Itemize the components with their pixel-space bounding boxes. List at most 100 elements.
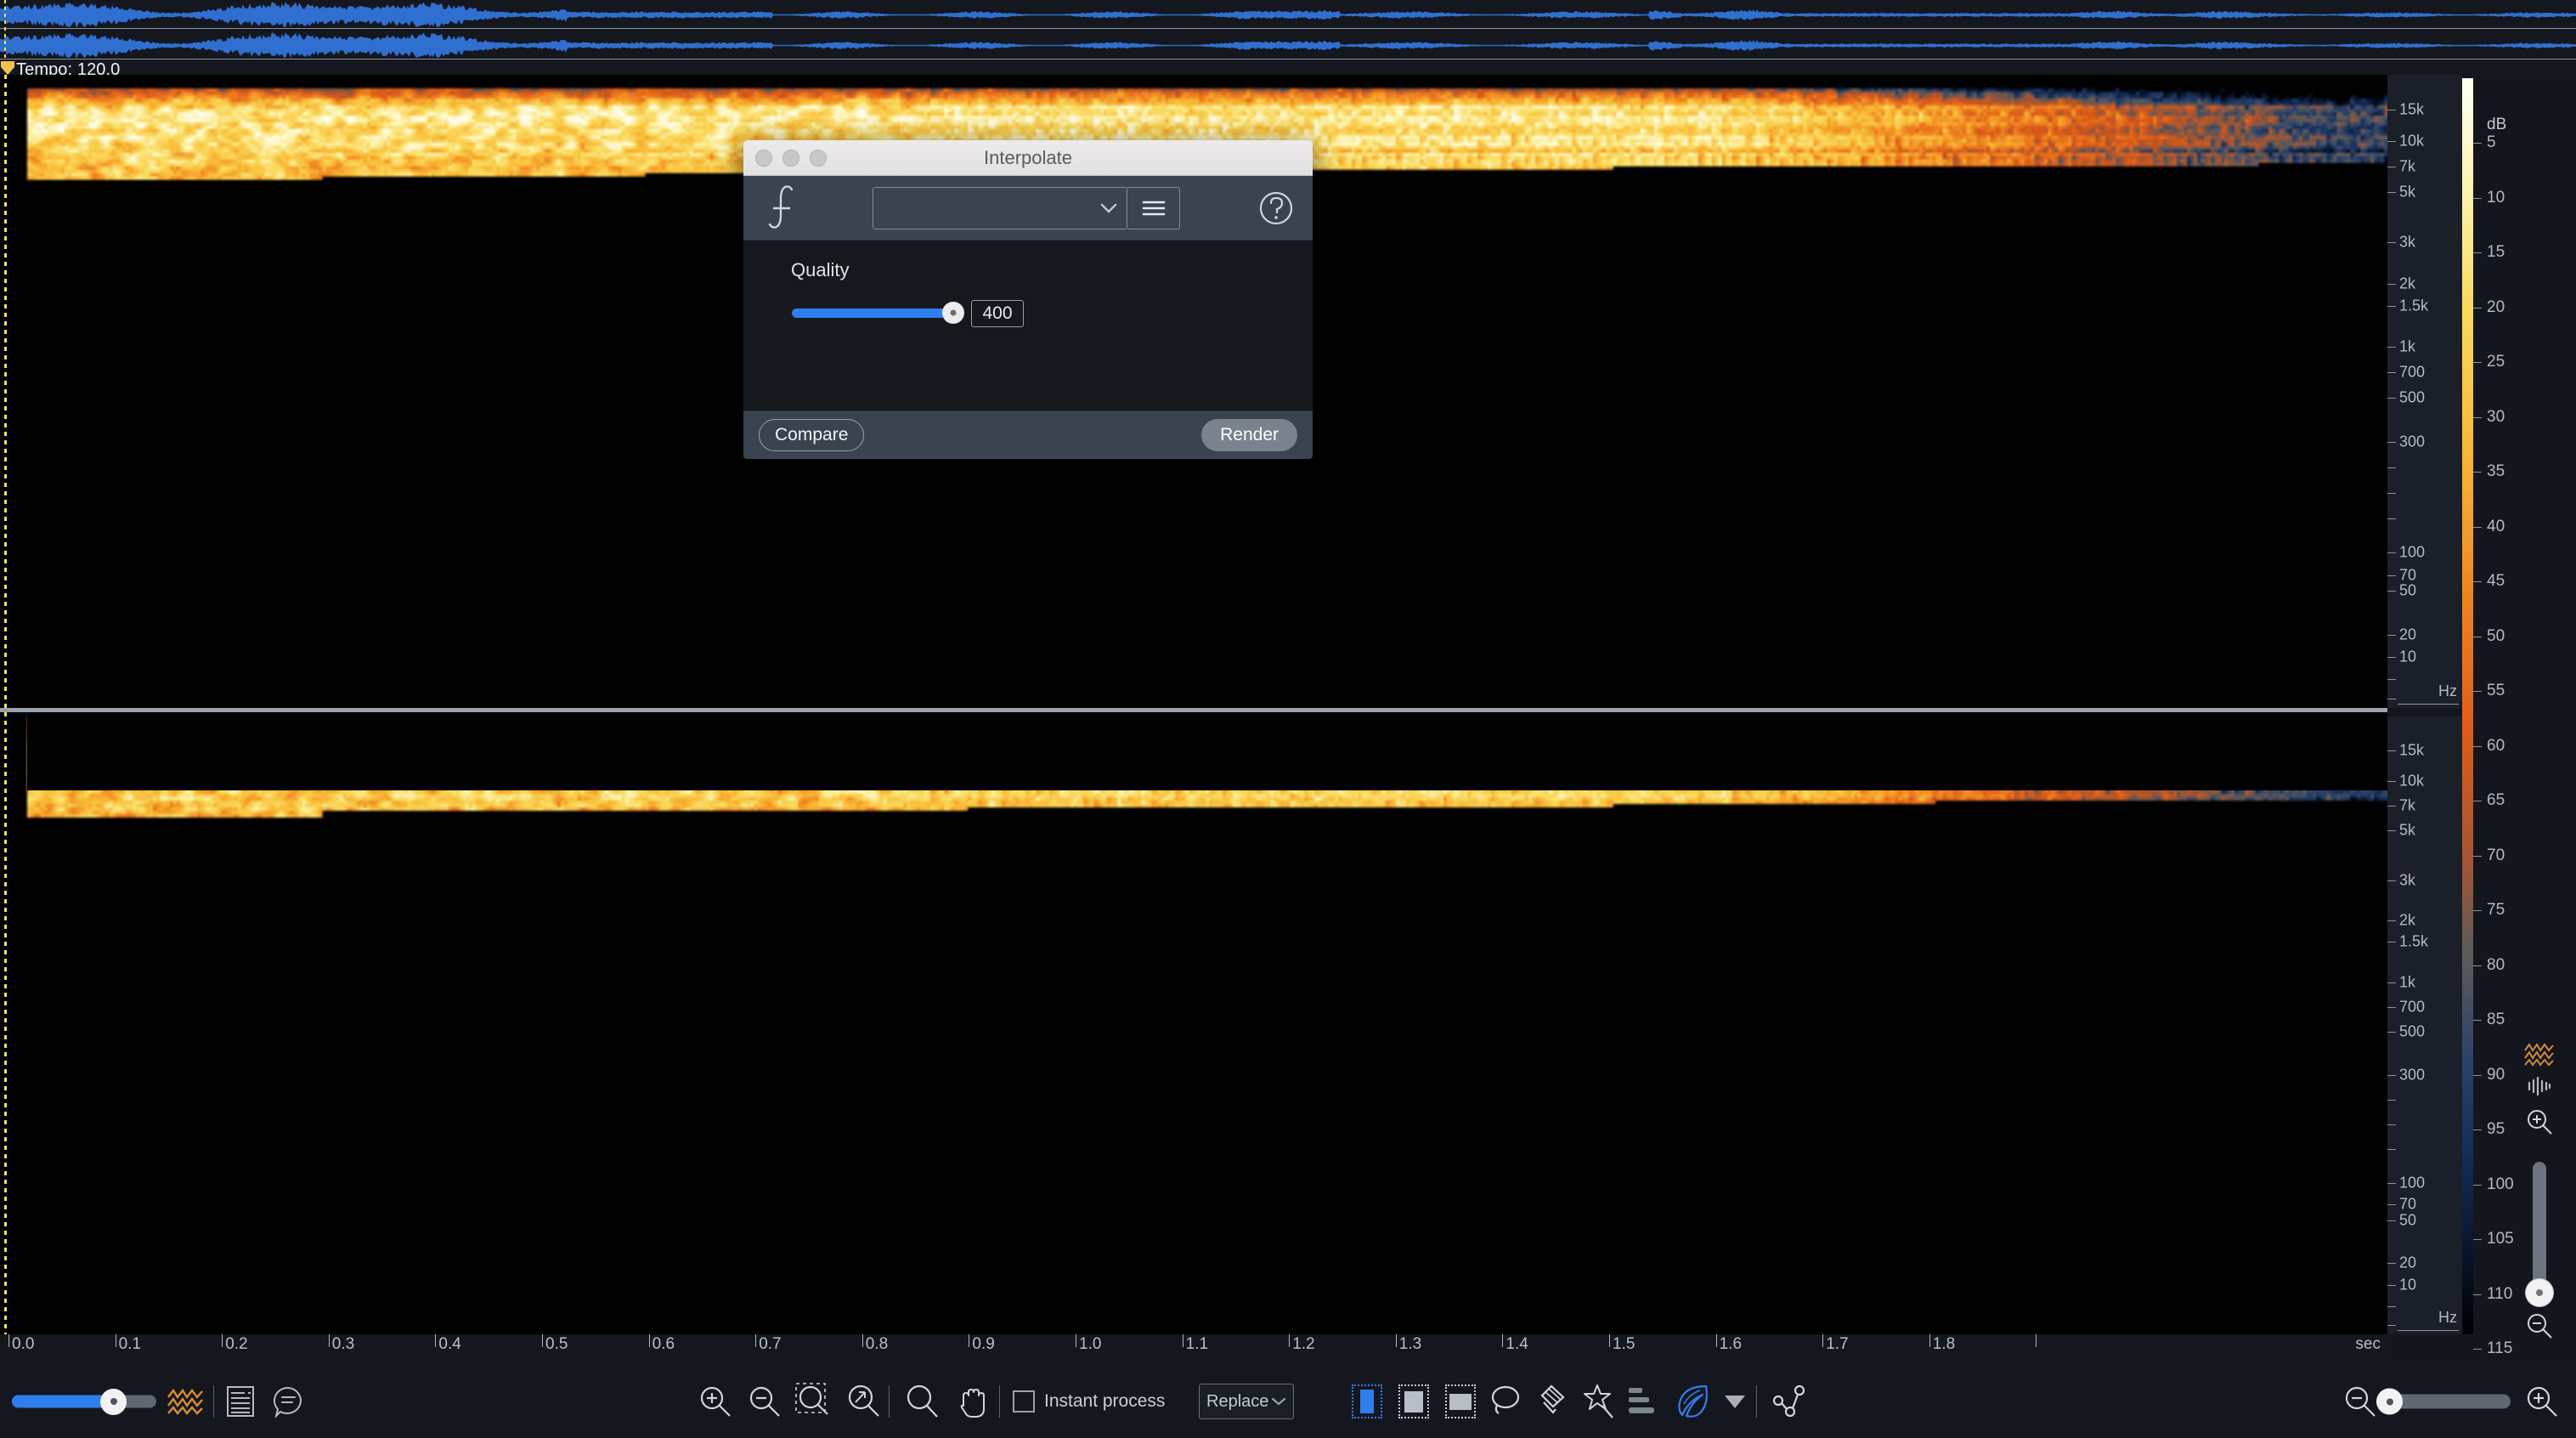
spectral-editor-window: Tempo: 120.0 0.0 0.1 0.2 0.3 0.4 0.5 0.6 0.7 0.8…: [0, 0, 2576, 1438]
instant-process-label: Instant process: [1044, 1391, 1166, 1411]
feather-dropdown-icon[interactable]: [1723, 1393, 1747, 1410]
vertical-zoom-slider-track[interactable]: [2533, 1162, 2546, 1298]
zoom-fit-icon[interactable]: [846, 1384, 882, 1419]
dialog-titlebar[interactable]: Interpolate: [743, 140, 1313, 176]
frequency-tick-label: 100: [2399, 543, 2426, 561]
frequency-tick: [2387, 1263, 2396, 1264]
db-tick: [2473, 1294, 2482, 1295]
frequency-tick-label: 700: [2399, 363, 2426, 381]
overview-playhead[interactable]: [4, 0, 6, 59]
comment-icon[interactable]: [272, 1385, 304, 1418]
quality-slider-track[interactable]: [792, 309, 962, 318]
dialog-body: Quality 400: [743, 241, 1313, 410]
magic-wand-icon[interactable]: [1580, 1384, 1616, 1419]
spectrogram-icon[interactable]: [2522, 1041, 2556, 1067]
db-tick-label: 30: [2487, 407, 2505, 426]
blend-mode-select[interactable]: Replace: [1199, 1384, 1294, 1419]
frequency-tick: [2387, 1032, 2396, 1033]
tempo-marker-icon[interactable]: [0, 60, 15, 75]
close-traffic-light[interactable]: [755, 149, 772, 167]
time-tick: [648, 1334, 650, 1347]
waveform-icon[interactable]: [2526, 1077, 2553, 1095]
db-tick-label: 70: [2487, 846, 2505, 864]
preset-select[interactable]: [873, 186, 1127, 229]
db-tick-label: 60: [2487, 736, 2505, 755]
db-tick-label: 50: [2487, 626, 2505, 645]
instant-process-checkbox[interactable]: [1013, 1390, 1035, 1413]
zoom-in-icon[interactable]: [2525, 1384, 2559, 1418]
minimize-traffic-light[interactable]: [782, 149, 799, 167]
db-tick: [2473, 965, 2482, 966]
db-tick-label: 105: [2487, 1230, 2514, 1248]
frequency-tick: [2387, 493, 2396, 494]
compare-button[interactable]: Compare: [759, 419, 865, 451]
overview-channel-left: [0, 2, 2576, 28]
feather-icon[interactable]: [1672, 1384, 1711, 1419]
frequency-tick: [2387, 284, 2396, 285]
quality-slider-thumb[interactable]: [942, 302, 964, 324]
levels-icon[interactable]: [1627, 1386, 1656, 1417]
brush-selection-icon[interactable]: [1534, 1384, 1568, 1419]
overview-waveform-strip[interactable]: [0, 0, 2576, 59]
frequency-tick-label: 1.5k: [2399, 932, 2429, 950]
time-tick: [1715, 1334, 1717, 1347]
frequency-tick: [2387, 657, 2396, 658]
maximize-traffic-light[interactable]: [810, 149, 827, 167]
vertical-zoom-slider-thumb[interactable]: [2526, 1279, 2553, 1306]
frequency-tick-label: 300: [2399, 433, 2426, 450]
time-ruler[interactable]: 0.0 0.1 0.2 0.3 0.4 0.5 0.6 0.7 0.8 0.9 1.0 1.1 1.2 1…: [0, 1334, 2387, 1365]
time-tick: [1289, 1334, 1291, 1347]
db-tick: [2473, 143, 2482, 144]
selection-left-edge[interactable]: [4, 75, 7, 1334]
magnifier-tool-icon[interactable]: [906, 1384, 940, 1419]
lasso-selection-icon[interactable]: [1489, 1384, 1524, 1418]
list-view-icon[interactable]: [226, 1385, 255, 1418]
frequency-axis-rule: [2398, 704, 2459, 705]
time-selection-icon[interactable]: [1352, 1384, 1382, 1418]
zoom-out-icon[interactable]: [2525, 1311, 2554, 1340]
envelope-icon[interactable]: [1772, 1384, 1806, 1419]
time-tick: [2036, 1334, 2037, 1347]
frequency-tick: [2387, 1007, 2396, 1008]
preset-menu-button[interactable]: [1127, 186, 1180, 229]
frequency-tick-label: 20: [2399, 626, 2417, 643]
help-icon[interactable]: [1258, 190, 1294, 226]
render-button[interactable]: Render: [1201, 419, 1297, 451]
frequency-tick: [2387, 552, 2396, 553]
horizontal-zoom-slider-track[interactable]: [2385, 1394, 2511, 1409]
quality-value-field[interactable]: 400: [971, 300, 1024, 327]
frequency-tick-label: 7k: [2399, 796, 2416, 814]
horizontal-zoom-slider-thumb[interactable]: [2376, 1388, 2403, 1415]
time-tick-label: 0.7: [759, 1335, 782, 1353]
db-tick: [2473, 910, 2482, 911]
db-axis-title: dB: [2487, 116, 2507, 133]
db-tick-label: 35: [2487, 462, 2505, 480]
spectrogram-icon[interactable]: [166, 1387, 205, 1416]
box-selection-icon[interactable]: [1398, 1384, 1429, 1418]
amplitude-slider-track[interactable]: [12, 1388, 156, 1415]
spectrogram-channel-right[interactable]: [0, 712, 2387, 1334]
zoom-in-icon[interactable]: [698, 1384, 732, 1418]
time-tick-label: 1.1: [1185, 1335, 1209, 1353]
hand-pan-tool-icon[interactable]: [955, 1384, 991, 1419]
zoom-in-icon[interactable]: [2525, 1107, 2554, 1136]
frequency-tick-label: 1k: [2399, 337, 2416, 355]
vertical-zoom-controls[interactable]: [2511, 1041, 2568, 1347]
frequency-tick: [2387, 982, 2396, 983]
spectrogram-image-right: [0, 712, 2387, 1334]
zoom-to-selection-icon[interactable]: [795, 1383, 833, 1420]
zoom-out-icon[interactable]: [748, 1384, 782, 1418]
db-tick: [2473, 307, 2482, 309]
frequency-tick-label: 20: [2399, 1254, 2417, 1271]
frequency-tick: [2387, 1183, 2396, 1184]
freq-selection-icon[interactable]: [1445, 1384, 1476, 1418]
time-tick: [8, 1334, 9, 1347]
frequency-tick: [2387, 942, 2396, 943]
zoom-out-icon[interactable]: [2343, 1384, 2377, 1418]
time-tick-label: 1.5: [1613, 1335, 1635, 1353]
interpolate-dialog[interactable]: Interpolate Quality 400 Compare Render: [743, 140, 1313, 459]
db-tick: [2473, 1184, 2482, 1186]
amplitude-slider-thumb[interactable]: [100, 1388, 127, 1415]
frequency-tick-label: 50: [2399, 581, 2417, 599]
frequency-axis-right: 15k 10k 7k 5k 3k 2k 1.5k 1k 700 500 300 100 70 50 20 10…: [2387, 716, 2462, 1334]
